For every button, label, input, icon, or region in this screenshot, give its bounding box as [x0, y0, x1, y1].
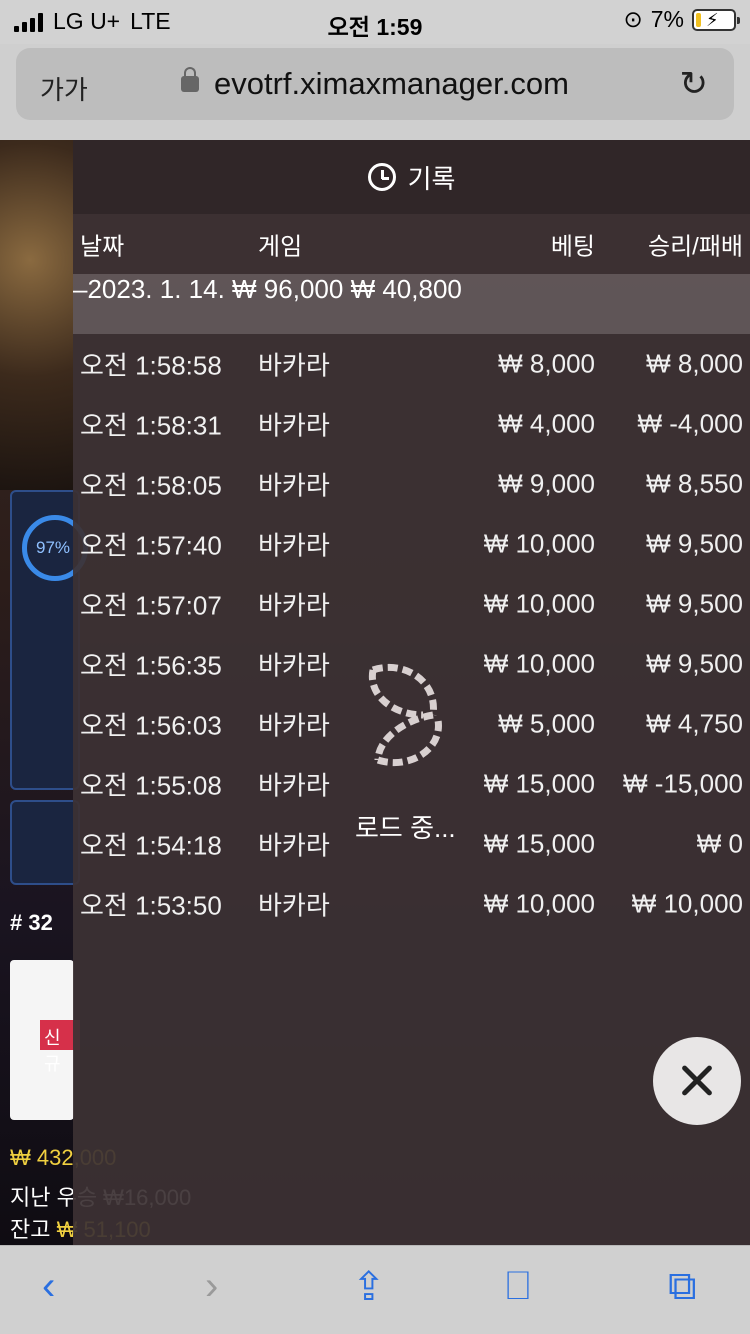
row-time: 오전 1:57:07: [80, 590, 222, 621]
status-bar: LG U+ LTE 오전 1:59 ⊙ 7% ⚡: [0, 0, 750, 44]
share-icon[interactable]: ⇪: [352, 1264, 386, 1310]
close-button[interactable]: [653, 1037, 741, 1125]
row-time: 오전 1:55:08: [80, 770, 222, 801]
col-win-loss: 승리/패배: [648, 233, 743, 261]
history-row: 오전 1:57:07 바카라 ₩ 10,000 ₩ 9,500: [73, 574, 750, 634]
row-bet: ₩ 5,000: [498, 708, 595, 739]
row-result: ₩ 9,500: [646, 588, 743, 619]
col-date: 날짜: [80, 233, 125, 261]
col-game: 게임: [258, 233, 303, 261]
bookmarks-icon[interactable]: ⎕: [506, 1264, 530, 1309]
table-scene: [0, 140, 73, 490]
row-result: ₩ -15,000: [623, 768, 743, 799]
summary-bet: ₩ 96,000: [232, 274, 344, 304]
row-game: 바카라: [258, 410, 330, 441]
history-header: 기록: [73, 140, 750, 214]
row-result: ₩ 0: [696, 828, 743, 859]
history-panel: 기록 날짜 게임 베팅 승리/패배 –2023. 1. 14. ₩ 96,000…: [73, 140, 750, 1245]
row-game: 바카라: [258, 710, 330, 741]
forward-icon[interactable]: ›: [205, 1264, 218, 1309]
date-summary-row[interactable]: –2023. 1. 14. ₩ 96,000 ₩ 40,800: [73, 274, 750, 334]
row-time: 오전 1:57:40: [80, 530, 222, 561]
row-game: 바카라: [258, 830, 330, 861]
row-game: 바카라: [258, 890, 330, 921]
row-time: 오전 1:56:03: [80, 710, 222, 741]
row-result: ₩ 10,000: [631, 888, 743, 919]
row-result: ₩ 8,550: [646, 468, 743, 499]
browser-toolbar: ‹ › ⇪ ⎕ ⧉: [0, 1245, 750, 1334]
history-title: 기록: [407, 163, 456, 194]
player-panel-secondary: [10, 800, 80, 885]
row-time: 오전 1:53:50: [80, 890, 222, 921]
row-bet: ₩ 10,000: [483, 648, 595, 679]
loading-label: 로드 중...: [355, 813, 456, 843]
loading-spinner-icon: [368, 663, 442, 767]
row-game: 바카라: [258, 470, 330, 501]
row-result: ₩ 9,500: [646, 528, 743, 559]
row-bet: ₩ 9,000: [498, 468, 595, 499]
history-row: 오전 1:53:50 바카라 ₩ 10,000 ₩ 10,000: [73, 874, 750, 934]
col-bet: 베팅: [550, 233, 595, 261]
history-row: 오전 1:57:40 바카라 ₩ 10,000 ₩ 9,500: [73, 514, 750, 574]
game-number: # 32: [10, 910, 53, 935]
back-icon[interactable]: ‹: [42, 1264, 55, 1309]
url-text[interactable]: evotrf.ximaxmanager.com: [214, 66, 569, 102]
row-result: ₩ 8,000: [646, 348, 743, 379]
row-bet: ₩ 10,000: [483, 888, 595, 919]
row-time: 오전 1:54:18: [80, 830, 222, 861]
text-size-button[interactable]: 가가: [40, 70, 88, 107]
row-bet: ₩ 10,000: [483, 588, 595, 619]
row-bet: ₩ 15,000: [483, 768, 595, 799]
summary-date: –2023. 1. 14.: [73, 274, 225, 304]
row-bet: ₩ 4,000: [498, 408, 595, 439]
battery-percent: 7%: [650, 6, 684, 32]
summary-win-loss: ₩ 40,800: [350, 274, 462, 304]
row-result: ₩ 9,500: [646, 648, 743, 679]
row-bet: ₩ 15,000: [483, 828, 595, 859]
history-row: 오전 1:58:31 바카라 ₩ 4,000 ₩ -4,000: [73, 394, 750, 454]
orientation-lock-icon: ⊙: [623, 6, 643, 32]
row-result: ₩ -4,000: [637, 408, 744, 439]
row-game: 바카라: [258, 770, 330, 801]
address-bar[interactable]: 가가 evotrf.ximaxmanager.com ↻: [16, 48, 734, 120]
progress-percent: 97%: [36, 538, 71, 557]
row-bet: ₩ 10,000: [483, 528, 595, 559]
row-game: 바카라: [258, 590, 330, 621]
reload-icon[interactable]: ↻: [680, 64, 709, 104]
row-time: 오전 1:56:35: [80, 650, 222, 681]
row-bet: ₩ 8,000: [498, 348, 595, 379]
row-time: 오전 1:58:05: [80, 470, 222, 501]
game-thumbnail[interactable]: 신규: [10, 960, 80, 1120]
history-icon: [367, 163, 396, 191]
history-row: 오전 1:58:58 바카라 ₩ 8,000 ₩ 8,000: [73, 334, 750, 394]
table-header: 날짜 게임 베팅 승리/패배: [73, 214, 750, 274]
row-result: ₩ 4,750: [646, 708, 743, 739]
row-game: 바카라: [258, 350, 330, 381]
row-game: 바카라: [258, 650, 330, 681]
lock-icon: [181, 67, 199, 92]
row-time: 오전 1:58:31: [80, 410, 222, 441]
tabs-icon[interactable]: ⧉: [668, 1264, 697, 1309]
row-game: 바카라: [258, 530, 330, 561]
row-time: 오전 1:58:58: [80, 350, 222, 381]
history-row: 오전 1:58:05 바카라 ₩ 9,000 ₩ 8,550: [73, 454, 750, 514]
battery-icon: ⚡: [692, 8, 740, 31]
